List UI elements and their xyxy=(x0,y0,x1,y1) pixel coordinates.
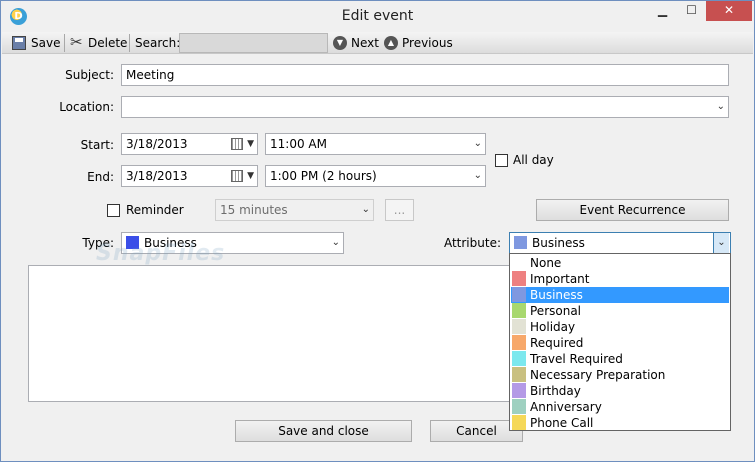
attribute-option-label: Required xyxy=(530,336,584,350)
attribute-dropdown-list: None Important Business Personal Holiday Requ… xyxy=(509,253,731,431)
subject-label: Subject: xyxy=(65,68,114,82)
attribute-option[interactable]: Important xyxy=(511,271,729,287)
attribute-color-swatch xyxy=(514,236,527,249)
reminder-label[interactable]: Reminder xyxy=(126,202,184,218)
reminder-options-button[interactable]: ... xyxy=(385,199,414,221)
previous-button[interactable]: Previous xyxy=(402,35,453,51)
attribute-option-swatch xyxy=(512,319,526,334)
watermark: SnapFiles xyxy=(96,241,226,266)
attribute-label: Attribute: xyxy=(443,236,501,250)
attribute-option[interactable]: Holiday xyxy=(511,319,729,335)
all-day-checkbox[interactable] xyxy=(495,154,508,167)
start-time-combo[interactable]: 11:00 AM ⌄ xyxy=(265,133,486,155)
end-time-combo[interactable]: 1:00 PM (2 hours) ⌄ xyxy=(265,165,486,187)
attribute-option[interactable]: Business xyxy=(511,287,729,303)
end-time-value: 1:00 PM (2 hours) xyxy=(270,169,377,183)
toolbar: Save ✂ Delete Search: ▼ Next ▲ Previous xyxy=(2,32,753,54)
location-label: Location: xyxy=(59,100,114,114)
attribute-option-label: Necessary Preparation xyxy=(530,368,666,382)
chevron-down-icon: ⌄ xyxy=(361,204,370,215)
start-date-value: 3/18/2013 xyxy=(126,137,188,151)
attribute-option-swatch xyxy=(512,335,526,350)
attribute-option-label: Holiday xyxy=(530,320,576,334)
reminder-checkbox[interactable] xyxy=(107,204,120,217)
reminder-value: 15 minutes xyxy=(220,203,288,217)
search-label: Search: xyxy=(135,36,181,50)
attribute-option-label: Anniversary xyxy=(530,400,602,414)
title-bar[interactable]: D Edit event ▁ ☐ ✕ xyxy=(1,1,754,32)
start-date-picker[interactable]: 3/18/2013 ▼ xyxy=(121,133,258,155)
event-recurrence-button[interactable]: Event Recurrence xyxy=(536,199,729,221)
attribute-option-swatch xyxy=(512,255,526,270)
attribute-option-swatch xyxy=(512,415,526,430)
chevron-down-icon[interactable]: ⌄ xyxy=(474,166,482,186)
chevron-down-icon[interactable]: ⌄ xyxy=(713,233,729,253)
attribute-option-swatch xyxy=(512,287,526,302)
chevron-down-icon[interactable]: ⌄ xyxy=(717,97,725,117)
chevron-down-icon[interactable]: ⌄ xyxy=(474,134,482,154)
attribute-value: Business xyxy=(532,236,585,250)
chevron-down-icon[interactable]: ▼ xyxy=(247,166,254,186)
save-icon[interactable] xyxy=(12,36,26,50)
attribute-option-swatch xyxy=(512,367,526,382)
end-label: End: xyxy=(87,170,114,184)
calendar-icon[interactable] xyxy=(231,170,243,182)
attribute-option-label: Personal xyxy=(530,304,582,318)
minimize-button[interactable]: ▁ xyxy=(649,1,676,21)
window-title: Edit event xyxy=(341,8,414,24)
toolbar-separator xyxy=(64,34,65,52)
toolbar-separator xyxy=(129,34,130,52)
attribute-option[interactable]: Necessary Preparation xyxy=(511,367,729,383)
calendar-icon[interactable] xyxy=(231,138,243,150)
previous-icon[interactable]: ▲ xyxy=(384,36,398,50)
attribute-option-label: Phone Call xyxy=(530,416,594,430)
attribute-option-swatch xyxy=(512,303,526,318)
all-day-label[interactable]: All day xyxy=(513,152,554,168)
delete-button[interactable]: Delete xyxy=(88,35,127,51)
attribute-option[interactable]: Birthday xyxy=(511,383,729,399)
attribute-option-label: Important xyxy=(530,272,590,286)
attribute-option-swatch xyxy=(512,271,526,286)
end-date-value: 3/18/2013 xyxy=(126,169,188,183)
save-button[interactable]: Save xyxy=(31,35,60,51)
attribute-option[interactable]: Travel Required xyxy=(511,351,729,367)
close-button[interactable]: ✕ xyxy=(706,1,752,21)
search-input[interactable] xyxy=(179,33,328,53)
delete-icon[interactable]: ✂ xyxy=(70,33,83,51)
attribute-option-label: Birthday xyxy=(530,384,581,398)
reminder-combo[interactable]: 15 minutes ⌄ xyxy=(215,199,374,221)
chevron-down-icon[interactable]: ⌄ xyxy=(332,233,340,253)
next-button[interactable]: Next xyxy=(351,35,379,51)
end-date-picker[interactable]: 3/18/2013 ▼ xyxy=(121,165,258,187)
save-and-close-button[interactable]: Save and close xyxy=(235,420,412,442)
attribute-option-swatch xyxy=(512,383,526,398)
edit-event-window: D Edit event ▁ ☐ ✕ Save ✂ Delete Search:… xyxy=(0,0,755,462)
location-combo[interactable]: ⌄ xyxy=(121,96,729,118)
subject-input[interactable]: Meeting xyxy=(121,64,729,86)
attribute-option[interactable]: Personal xyxy=(511,303,729,319)
attribute-option[interactable]: None xyxy=(511,255,729,271)
next-icon[interactable]: ▼ xyxy=(333,36,347,50)
start-time-value: 11:00 AM xyxy=(270,137,327,151)
attribute-option-label: None xyxy=(530,256,562,270)
attribute-option-label: Business xyxy=(530,288,583,302)
maximize-button[interactable]: ☐ xyxy=(678,1,705,21)
attribute-option[interactable]: Anniversary xyxy=(511,399,729,415)
attribute-option[interactable]: Phone Call xyxy=(511,415,729,431)
chevron-down-icon[interactable]: ▼ xyxy=(247,134,254,154)
attribute-option[interactable]: Required xyxy=(511,335,729,351)
start-label: Start: xyxy=(80,138,114,152)
attribute-option-swatch xyxy=(512,351,526,366)
attribute-option-label: Travel Required xyxy=(530,352,623,366)
attribute-option-swatch xyxy=(512,399,526,414)
attribute-combo[interactable]: Business ⌄ xyxy=(509,232,731,254)
